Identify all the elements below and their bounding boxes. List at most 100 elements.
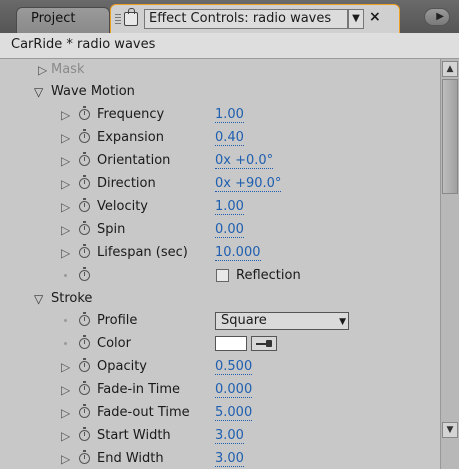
twirl-closed-icon[interactable]: ▷ [61,178,70,190]
twirl-open-icon[interactable]: ▽ [34,86,43,98]
mask-label: Mask [51,62,85,77]
lifespan-value[interactable]: 10.000 [215,245,261,261]
stopwatch-icon[interactable] [79,267,90,281]
stopwatch-icon[interactable] [79,358,90,372]
twirl-closed-icon[interactable]: ▷ [61,361,70,373]
stopwatch-icon[interactable] [79,381,90,395]
property-row-start-width: ▷ Start Width 3.00 [0,425,440,448]
fade-in-time-value[interactable]: 0.000 [215,382,253,398]
start-width-label: Start Width [97,428,171,443]
stopwatch-icon[interactable] [79,221,90,235]
expansion-value[interactable]: 0.40 [215,130,244,146]
stopwatch-icon[interactable] [79,335,90,349]
property-row-reflection: Reflection [0,265,440,288]
frequency-value[interactable]: 1.00 [215,107,244,123]
chevron-down-icon: ▼ [339,317,346,327]
stroke-label: Stroke [51,291,93,306]
direction-label: Direction [97,176,156,191]
frequency-label: Frequency [97,107,165,122]
stopwatch-icon[interactable] [79,198,90,212]
eyedropper-icon[interactable] [251,336,277,351]
stopwatch-icon[interactable] [79,312,90,326]
layer-dropdown-button[interactable]: ▼ [348,9,364,29]
effect-controls-list: ▷ Mask ▽ Wave Motion ▷ Frequency 1.00 ▷ … [0,59,440,469]
twirl-closed-icon[interactable]: ▷ [61,155,70,167]
tab-effect-controls-label: Effect Controls: radio waves [144,9,348,29]
profile-select[interactable]: Square ▼ [215,312,349,330]
scroll-down-button[interactable]: ▼ [442,422,458,438]
property-row-frequency: ▷ Frequency 1.00 [0,104,440,127]
property-row-color: Color [0,333,440,356]
twirl-closed-icon[interactable]: ▷ [61,430,70,442]
property-row-direction: ▷ Direction 0x +90.0° [0,173,440,196]
twirl-closed-icon[interactable]: ▷ [61,109,70,121]
reflection-checkbox[interactable] [216,269,229,282]
stopwatch-icon[interactable] [79,106,90,120]
twirl-closed-icon[interactable]: ▷ [61,201,70,213]
panel-menu-button[interactable]: ▶ [424,8,450,26]
property-row-fade-in: ▷ Fade-in Time 0.000 [0,379,440,402]
stopwatch-icon[interactable] [79,175,90,189]
vertical-scrollbar[interactable]: ▲ ▼ [440,59,459,469]
property-row-spin: ▷ Spin 0.00 [0,219,440,242]
spin-value[interactable]: 0.00 [215,222,244,238]
spin-label: Spin [97,222,126,237]
twirl-closed-icon[interactable]: ▷ [61,224,70,236]
lifespan-label: Lifespan (sec) [97,245,188,260]
tab-effect-controls[interactable]: Effect Controls: radio waves ▼ × [110,4,400,33]
start-width-value[interactable]: 3.00 [215,428,244,444]
color-label: Color [97,336,131,351]
velocity-label: Velocity [97,199,148,214]
no-twirl-dot [64,319,67,322]
property-row-expansion: ▷ Expansion 0.40 [0,127,440,150]
expansion-label: Expansion [97,130,164,145]
panel-tab-bar: Project Effect Controls: radio waves ▼ ×… [0,0,459,33]
opacity-value[interactable]: 0.500 [215,359,253,375]
property-row-lifespan: ▷ Lifespan (sec) 10.000 [0,242,440,265]
reflection-label[interactable]: Reflection [236,268,301,283]
wave-motion-label: Wave Motion [51,84,135,99]
scroll-thumb[interactable] [442,79,458,194]
tab-project-label: Project [31,11,76,26]
stopwatch-icon[interactable] [79,152,90,166]
profile-label: Profile [97,313,138,328]
fade-out-time-value[interactable]: 5.000 [215,405,253,421]
twirl-closed-icon[interactable]: ▷ [38,64,47,76]
no-twirl-dot [64,342,67,345]
direction-value[interactable]: 0x +90.0° [215,176,282,192]
comp-layer-title: CarRide * radio waves [11,37,156,52]
stopwatch-icon[interactable] [79,129,90,143]
twirl-closed-icon[interactable]: ▷ [61,384,70,396]
scroll-up-button[interactable]: ▲ [442,61,458,77]
color-swatch[interactable] [215,336,247,351]
group-row-wave-motion[interactable]: ▽ Wave Motion [0,81,440,104]
twirl-closed-icon[interactable]: ▷ [61,453,70,465]
orientation-label: Orientation [97,153,171,168]
comp-layer-header: CarRide * radio waves [0,33,459,59]
property-row-end-width: ▷ End Width 3.00 [0,448,440,469]
end-width-label: End Width [97,451,164,466]
lock-icon[interactable] [124,8,138,26]
stopwatch-icon[interactable] [79,404,90,418]
end-width-value[interactable]: 3.00 [215,451,244,467]
stopwatch-icon[interactable] [79,244,90,258]
orientation-value[interactable]: 0x +0.0° [215,153,274,169]
twirl-closed-icon[interactable]: ▷ [61,247,70,259]
twirl-closed-icon[interactable]: ▷ [61,132,70,144]
tab-project[interactable]: Project [16,7,110,33]
profile-select-value: Square [221,313,267,328]
fade-in-time-label: Fade-in Time [97,382,180,397]
velocity-value[interactable]: 1.00 [215,199,244,215]
opacity-label: Opacity [97,359,148,374]
property-row-mask[interactable]: ▷ Mask [0,59,440,82]
twirl-open-icon[interactable]: ▽ [34,293,43,305]
property-row-opacity: ▷ Opacity 0.500 [0,356,440,379]
close-tab-button[interactable]: × [369,9,381,25]
group-row-stroke[interactable]: ▽ Stroke [0,288,440,311]
stopwatch-icon[interactable] [79,450,90,464]
twirl-closed-icon[interactable]: ▷ [61,407,70,419]
panel-grip-icon[interactable] [115,14,121,25]
stopwatch-icon[interactable] [79,427,90,441]
property-row-orientation: ▷ Orientation 0x +0.0° [0,150,440,173]
no-twirl-dot [64,274,67,277]
